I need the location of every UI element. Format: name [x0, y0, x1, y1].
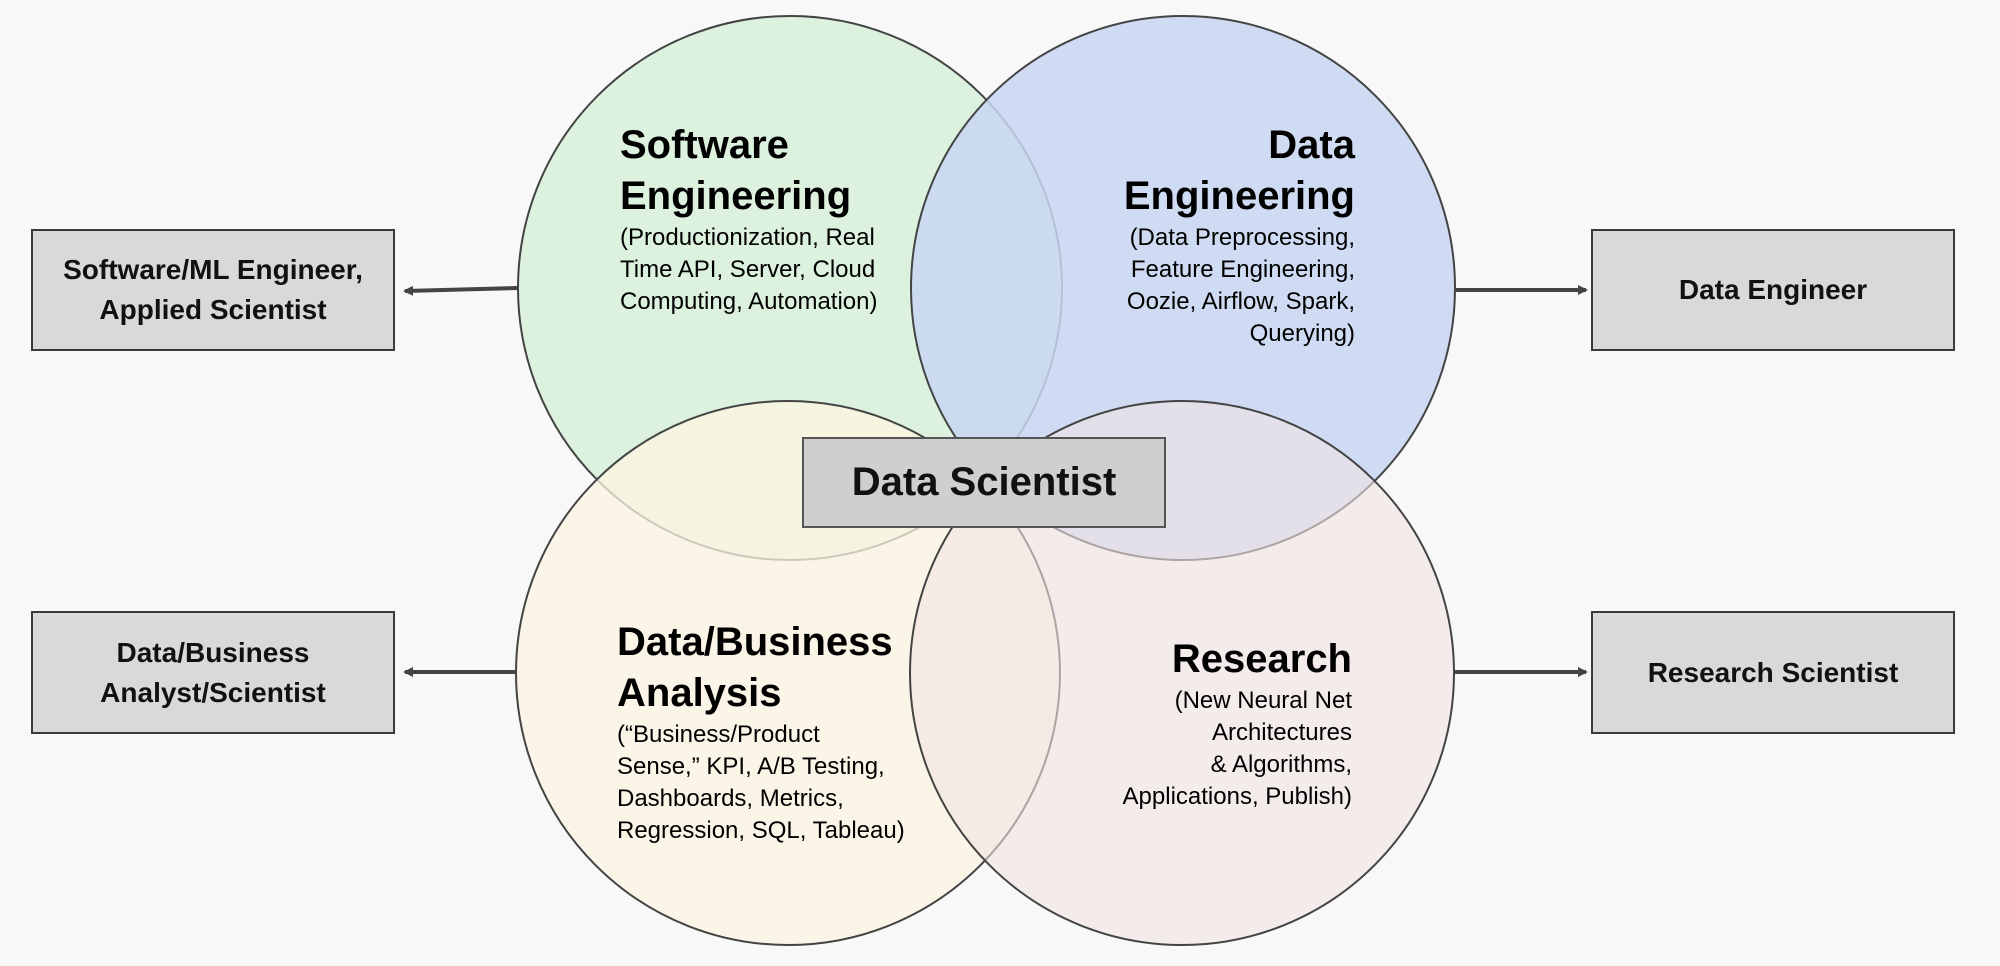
software-ml-engineer-text: Software/ML Engineer, Applied Scientist: [63, 250, 363, 330]
data-business-analyst-box: Data/Business Analyst/Scientist: [31, 611, 395, 734]
software-engineering-desc-line: Computing, Automation): [620, 288, 878, 315]
research-title: Research: [1123, 634, 1352, 685]
software-engineering-desc-line: Time API, Server, Cloud: [620, 256, 876, 283]
research-desc: (New Neural Net Architectures & Algorith…: [1123, 685, 1352, 813]
software-engineering-desc-line: (Productionization, Real: [620, 224, 875, 251]
data-engineering-title-line: Engineering: [1123, 174, 1355, 218]
data-engineering-title-line: Data: [1268, 123, 1355, 167]
data-business-analyst-text: Data/Business Analyst/Scientist: [100, 633, 326, 713]
role-label-line: Research Scientist: [1647, 656, 1899, 688]
data-business-analysis-title-line: Analysis: [617, 671, 782, 715]
data-business-analysis-title: Data/Business Analysis: [617, 617, 905, 719]
data-engineering-desc-line: Querying): [1249, 320, 1355, 347]
role-label-line: Data Engineer: [1678, 274, 1868, 305]
research-desc-line: Applications, Publish): [1122, 783, 1352, 810]
software-engineering-desc: (Productionization, Real Time API, Serve…: [620, 222, 877, 318]
data-engineer-text: Data Engineer: [1679, 270, 1867, 310]
data-engineering-label: Data Engineering (Data Preprocessing, Fe…: [1124, 120, 1355, 350]
data-business-analysis-desc-line: Dashboards, Metrics,: [617, 785, 844, 812]
data-engineering-desc-line: Oozie, Airflow, Spark,: [1126, 288, 1355, 315]
data-business-analysis-desc-line: Regression, SQL, Tableau): [617, 817, 905, 844]
data-engineering-title: Data Engineering: [1124, 120, 1355, 222]
role-label-line: Applied Scientist: [99, 294, 327, 325]
role-label-line: Software/ML Engineer,: [63, 254, 363, 285]
data-engineer-box: Data Engineer: [1591, 229, 1955, 351]
role-label-line: Analyst/Scientist: [100, 676, 326, 708]
research-desc-line: & Algorithms,: [1210, 751, 1352, 778]
data-engineering-desc-line: Feature Engineering,: [1130, 256, 1355, 283]
research-scientist-text: Research Scientist: [1648, 653, 1899, 693]
research-label: Research (New Neural Net Architectures &…: [1123, 634, 1352, 813]
data-scientist-box: Data Scientist: [802, 437, 1166, 528]
data-business-analysis-label: Data/Business Analysis (“Business/Produc…: [617, 617, 905, 847]
software-engineering-label: Software Engineering (Productionization,…: [620, 120, 877, 318]
research-scientist-box: Research Scientist: [1591, 611, 1955, 734]
data-business-analysis-desc-line: Sense,” KPI, A/B Testing,: [617, 753, 885, 780]
data-business-analysis-title-line: Data/Business: [617, 620, 893, 664]
research-desc-line: Architectures: [1211, 719, 1352, 746]
software-ml-engineer-box: Software/ML Engineer, Applied Scientist: [31, 229, 395, 351]
software-engineering-title-line: Software: [620, 123, 789, 167]
data-business-analysis-desc-line: (“Business/Product: [617, 721, 820, 748]
software-engineering-title-line: Engineering: [620, 174, 852, 218]
role-label-line: Data/Business: [116, 636, 310, 668]
research-title-line: Research: [1171, 637, 1352, 681]
research-desc-line: (New Neural Net: [1174, 687, 1352, 714]
data-business-analysis-desc: (“Business/Product Sense,” KPI, A/B Test…: [617, 719, 905, 847]
software-engineering-title: Software Engineering: [620, 120, 877, 222]
data-engineering-desc-line: (Data Preprocessing,: [1129, 224, 1355, 251]
data-engineering-desc: (Data Preprocessing, Feature Engineering…: [1124, 222, 1355, 350]
data-scientist-label: Data Scientist: [851, 460, 1117, 504]
